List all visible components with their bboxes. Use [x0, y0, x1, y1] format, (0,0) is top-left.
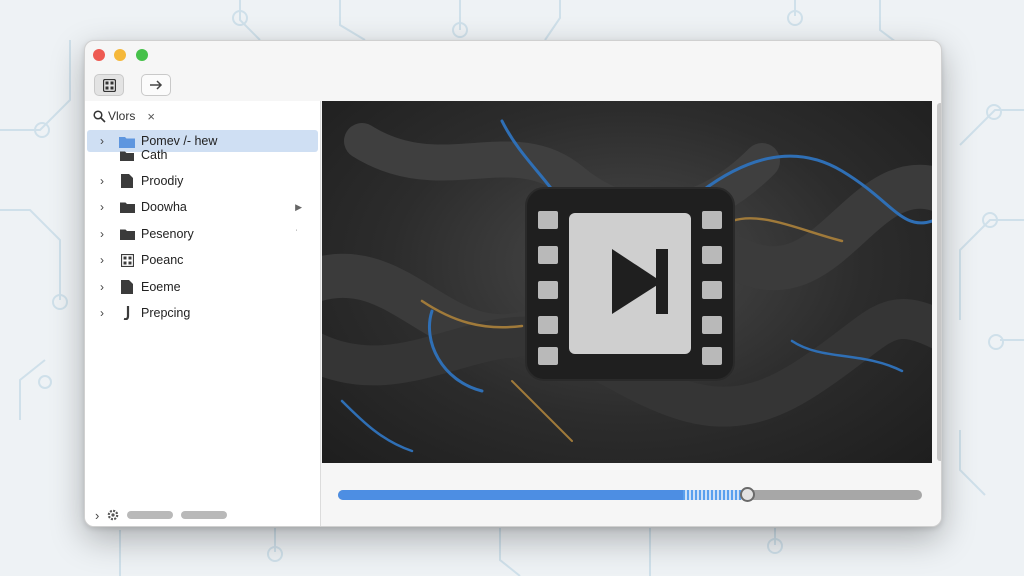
- sidebar-item-3[interactable]: › Pesenory ˈ: [87, 223, 318, 245]
- minimize-window-button[interactable]: [114, 49, 126, 61]
- sidebar-footer: ›: [85, 502, 321, 526]
- chevron-right-icon[interactable]: ›: [93, 200, 111, 214]
- script-icon: [119, 306, 135, 320]
- arrow-right-icon: [150, 80, 163, 90]
- sidebar-subitem-label: Cath: [141, 148, 168, 162]
- title-bar: [85, 41, 941, 71]
- chevron-right-icon[interactable]: ›: [95, 508, 99, 523]
- footer-placeholder-bar: [127, 511, 174, 519]
- sidebar-item-label: Eoeme: [141, 280, 181, 294]
- document-icon: [119, 280, 135, 294]
- grid-icon: [102, 78, 116, 92]
- sidebar-item-5[interactable]: › Eoeme: [87, 276, 318, 298]
- sidebar-item-2[interactable]: › Doowha ▶: [87, 196, 318, 218]
- vertical-scrollbar[interactable]: [937, 103, 941, 461]
- document-icon: [119, 174, 135, 188]
- sidebar-item-label: Proodiy: [141, 174, 184, 188]
- sidebar-item-6[interactable]: › Prepcing: [87, 302, 318, 324]
- sidebar-subitem-0[interactable]: › Cath: [87, 146, 318, 164]
- footer-placeholder-bar: [181, 511, 228, 519]
- clear-filter-button[interactable]: ×: [147, 109, 155, 124]
- playback-progress-fill: [338, 490, 683, 500]
- video-viewport[interactable]: [322, 101, 932, 463]
- disclosure-triangle-icon[interactable]: ▶: [295, 202, 302, 213]
- sidebar-filter[interactable]: Vlors ×: [93, 107, 313, 125]
- sidebar: Vlors × › Pomev /- hew › Cath › Proodiy: [85, 101, 321, 526]
- folder-icon: [119, 201, 135, 214]
- video-frame-art: [322, 119, 932, 453]
- close-window-button[interactable]: [93, 49, 105, 61]
- folder-icon: [119, 149, 135, 162]
- sidebar-item-4[interactable]: › Poeanc: [87, 249, 318, 271]
- chevron-right-icon[interactable]: ›: [93, 253, 111, 267]
- sidebar-item-label: Doowha: [141, 200, 187, 214]
- grid-view-button[interactable]: [94, 74, 124, 96]
- video-play-icon: [525, 187, 735, 381]
- main-content: [322, 101, 941, 526]
- divider-tick: ˈ: [294, 228, 298, 240]
- grid-icon: [119, 253, 135, 267]
- zoom-window-button[interactable]: [136, 49, 148, 61]
- playback-scrubber-knob[interactable]: [740, 487, 755, 502]
- toolbar: [85, 71, 941, 101]
- chevron-right-icon[interactable]: ›: [93, 280, 111, 294]
- chevron-right-icon[interactable]: ›: [93, 227, 111, 241]
- sidebar-item-label: Prepcing: [141, 306, 191, 320]
- sidebar-item-1[interactable]: › Proodiy: [87, 170, 318, 192]
- gear-icon[interactable]: [107, 509, 119, 521]
- filter-label: Vlors: [108, 109, 136, 123]
- sidebar-item-label: Poeanc: [141, 253, 184, 267]
- forward-button[interactable]: [141, 74, 171, 96]
- chevron-right-icon[interactable]: ›: [93, 174, 111, 188]
- chevron-right-icon[interactable]: ›: [93, 306, 111, 320]
- sidebar-item-label: Pesenory: [141, 227, 194, 241]
- folder-icon: [119, 228, 135, 241]
- search-icon: [93, 109, 106, 123]
- app-window: Vlors × › Pomev /- hew › Cath › Proodiy: [84, 40, 942, 527]
- playback-buffered-segment: [683, 490, 747, 500]
